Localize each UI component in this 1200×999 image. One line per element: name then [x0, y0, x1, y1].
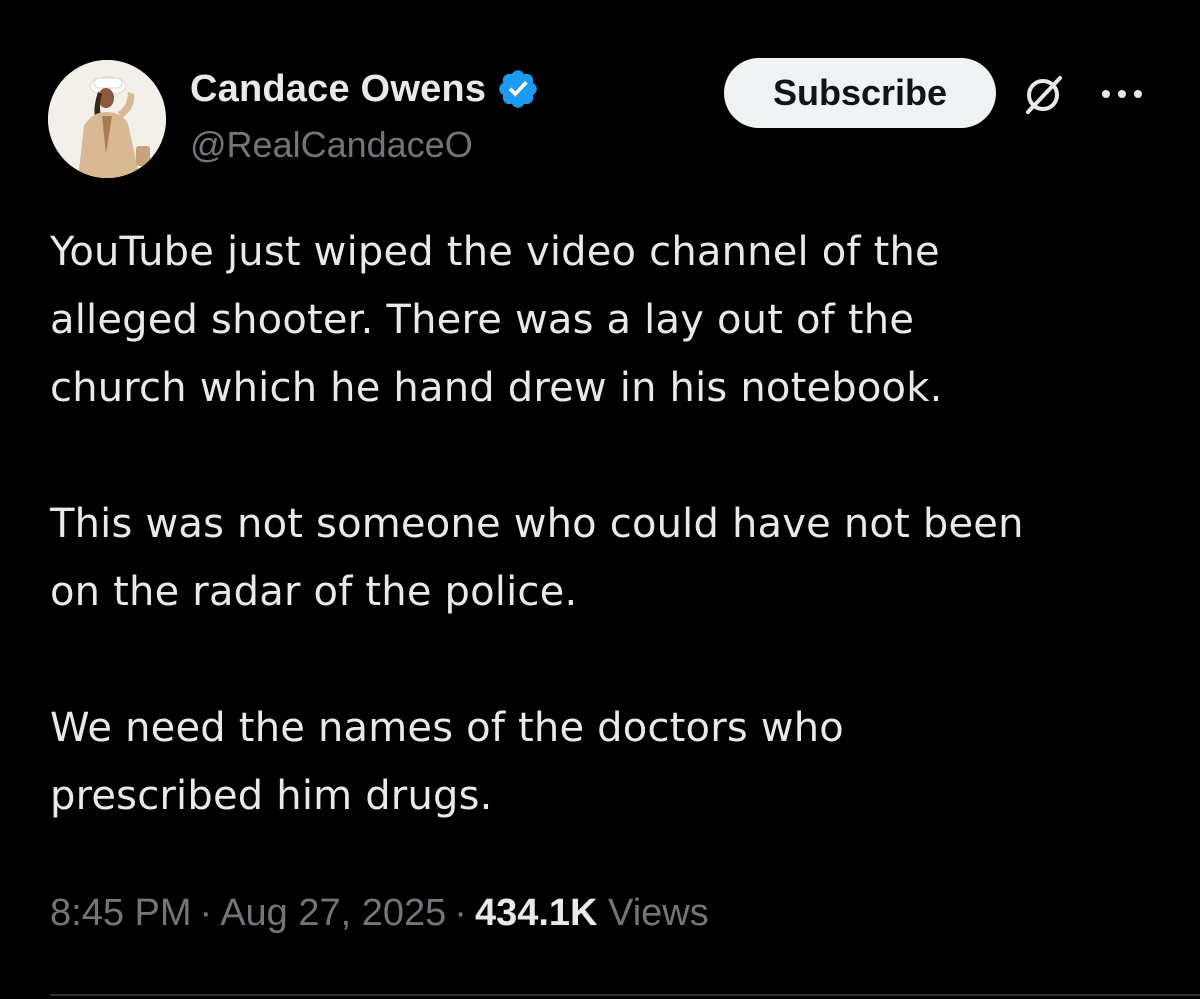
- tweet-date[interactable]: Aug 27, 2025: [220, 892, 446, 934]
- divider: [50, 994, 1200, 996]
- tweet-paragraph: We need the names of the doctors who pre…: [50, 705, 844, 819]
- meta-separator: ·: [454, 892, 467, 934]
- tweet-body: YouTube just wiped the video channel of …: [50, 218, 1160, 830]
- tweet: Candace Owens @RealCandaceO Subscribe Yo…: [0, 0, 1200, 999]
- meta-separator: ·: [199, 892, 213, 934]
- grok-icon[interactable]: [1018, 70, 1068, 120]
- author-display-name[interactable]: Candace Owens: [190, 68, 486, 111]
- avatar[interactable]: [48, 60, 166, 178]
- views-count[interactable]: 434.1K: [475, 892, 598, 934]
- author-handle[interactable]: @RealCandaceO: [190, 124, 473, 166]
- views-label: Views: [608, 892, 709, 934]
- tweet-paragraph: This was not someone who could have not …: [50, 501, 1024, 615]
- subscribe-button[interactable]: Subscribe: [724, 58, 996, 128]
- verified-badge-icon[interactable]: [496, 67, 540, 111]
- author-name-row[interactable]: Candace Owens: [190, 66, 540, 112]
- tweet-paragraph: YouTube just wiped the video channel of …: [50, 229, 943, 411]
- tweet-time[interactable]: 8:45 PM: [50, 892, 192, 934]
- more-options-icon[interactable]: [1098, 84, 1146, 104]
- tweet-meta: 8:45 PM · Aug 27, 2025 · 434.1K Views: [50, 892, 709, 935]
